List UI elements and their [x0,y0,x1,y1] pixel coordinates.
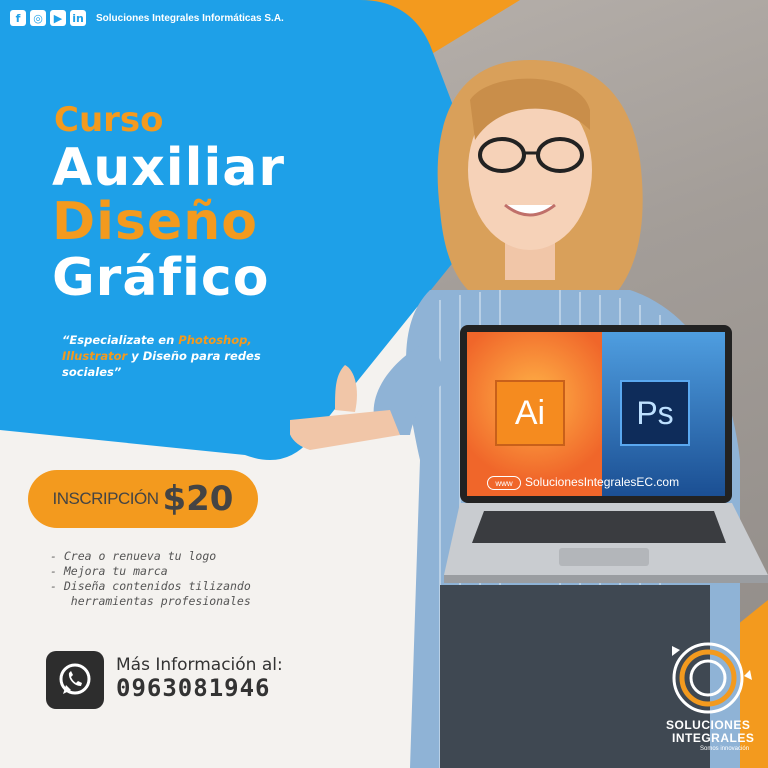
website-url: SolucionesIntegralesEC.com [525,475,680,489]
benefits-list: - Crea o renueva tu logo - Mejora tu mar… [50,549,251,609]
inscription-badge: INSCRIPCIÓN $20 [28,470,258,528]
logo-line2: INTEGRALES [672,731,755,745]
phone-number[interactable]: 0963081946 [116,674,271,702]
logo-tagline: Somos innovación [700,746,750,752]
youtube-icon[interactable]: ▶ [50,10,66,26]
whatsapp-button[interactable] [46,651,104,709]
whatsapp-icon [59,663,91,695]
laptop-display: Ai Ps www SolucionesIntegralesEC.com [467,332,725,496]
instagram-icon[interactable]: ◎ [30,10,46,26]
list-item: - Diseña contenidos tilizando [50,579,251,593]
laptop-keyboard [444,503,768,583]
title-diseno: Diseño [52,192,258,252]
company-name: Soluciones Integrales Informáticas S.A. [96,12,284,24]
list-item: - Crea o renueva tu logo [50,549,217,563]
logo-line1: SOLUCIONES [666,718,751,732]
list-item: - Mejora tu marca [50,564,168,578]
title-grafico: Gráfico [52,248,270,308]
illustrator-logo: Ai [495,380,565,446]
list-item: herramientas profesionales [50,594,251,608]
title-curso: Curso [54,100,164,140]
flyer: Ai Ps www SolucionesIntegralesEC.com f ◎… [0,0,768,768]
laptop-screen: Ai Ps www SolucionesIntegralesEC.com [460,325,732,503]
inscription-label: INSCRIPCIÓN [52,489,159,508]
www-badge: www [487,476,521,490]
contact-label: Más Información al: [116,655,283,675]
course-quote: “Especializate en Photoshop, Illustrator… [62,332,302,380]
quote-part1: “Especializate en [62,333,179,347]
social-header: f ◎ ▶ in Soluciones Integrales Informáti… [10,10,284,26]
linkedin-icon[interactable]: in [70,10,86,26]
facebook-icon[interactable]: f [10,10,26,26]
photoshop-logo: Ps [620,380,690,446]
inscription-price: $20 [162,479,234,519]
title-auxiliar: Auxiliar [52,138,286,198]
